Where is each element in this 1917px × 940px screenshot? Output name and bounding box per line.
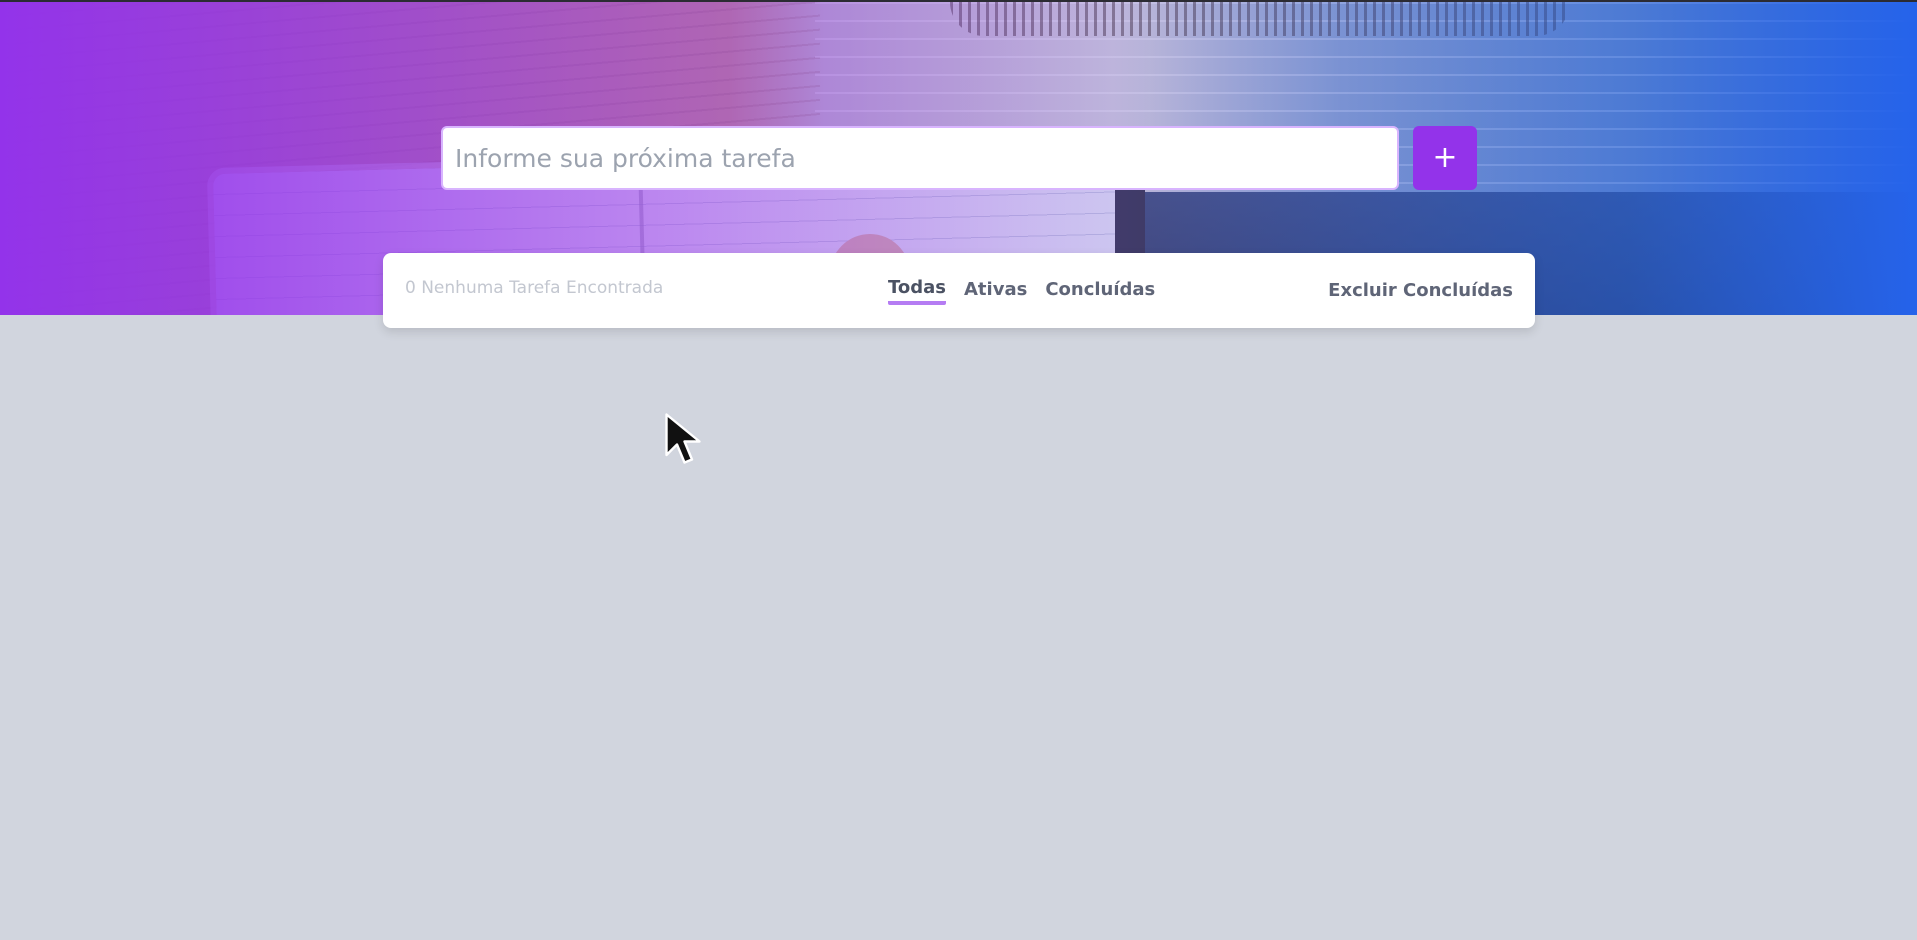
filter-tab-ativas[interactable]: Ativas: [964, 275, 1027, 307]
clear-completed-button[interactable]: Excluir Concluídas: [1328, 253, 1513, 328]
add-task-button[interactable]: +: [1413, 126, 1477, 190]
add-task-form: +: [441, 126, 1477, 192]
plus-icon: +: [1432, 140, 1458, 175]
mouse-cursor-icon: [665, 413, 701, 464]
filter-tab-todas[interactable]: Todas: [888, 273, 946, 305]
task-count-text: 0 Nenhuma Tarefa Encontrada: [405, 278, 664, 298]
task-filter-bar: 0 Nenhuma Tarefa Encontrada Todas Ativas…: [383, 253, 1535, 328]
filter-tab-concluidas[interactable]: Concluídas: [1045, 275, 1155, 307]
todo-app-page: + 0 Nenhuma Tarefa Encontrada Todas Ativ…: [0, 0, 1917, 940]
filter-tabs: Todas Ativas Concluídas: [888, 253, 1173, 328]
new-task-input[interactable]: [441, 126, 1399, 190]
